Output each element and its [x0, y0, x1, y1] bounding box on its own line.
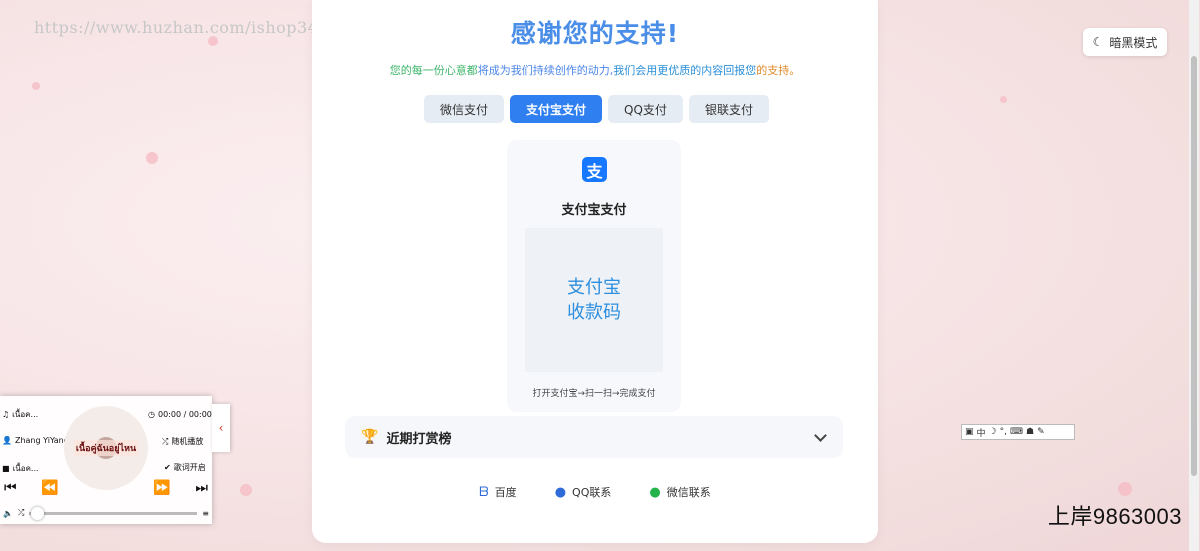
rewind-icon[interactable]: ⏪ — [41, 480, 58, 496]
petal-decoration — [1000, 96, 1007, 103]
petal-decoration — [240, 484, 252, 496]
album-name: ■ เนื้อค... — [2, 464, 39, 473]
clock-icon: ◷ — [148, 410, 155, 419]
shuffle-mode-button[interactable]: ⤮ 随机播放 — [162, 436, 203, 447]
progress-knob[interactable] — [31, 506, 45, 520]
shuffle-icon: ⤮ — [162, 436, 169, 446]
corner-watermark: 上岸9863003 — [1047, 504, 1182, 529]
progress-track[interactable] — [29, 506, 198, 520]
page-title: 感谢您的支持! — [510, 19, 680, 48]
petal-decoration — [1118, 482, 1132, 496]
petal-decoration — [208, 36, 218, 46]
fast-forward-icon[interactable]: ⏩ — [153, 480, 170, 496]
tab-alipay[interactable]: 支付宝支付 — [510, 95, 603, 123]
lyrics-toggle[interactable]: ✔ 歌词开启 — [164, 462, 206, 473]
user-icon[interactable]: ☗ — [1026, 427, 1034, 437]
check-circle-icon: ✔ — [164, 463, 171, 472]
baidu-link[interactable]: ᗷ 百度 — [479, 484, 516, 500]
leaderboard-toggle[interactable]: 🏆 近期打赏榜 — [345, 416, 843, 458]
album-disc: เนื้อคู่ฉันอยู่ไหน — [64, 406, 148, 490]
ime-toolbar: ▣ 中 ☽ °, ⌨ ☗ ✎ — [961, 424, 1075, 440]
music-player: ♫ เนื้อค... 👤 Zhang YiYang ■ เนื้อค... ◷ 00:… — [0, 396, 212, 524]
baidu-icon: ᗷ — [479, 484, 489, 500]
punctuation-icon[interactable]: °, — [1000, 427, 1007, 437]
payment-method-name: 支付宝支付 — [561, 203, 627, 218]
leaderboard-title: 近期打赏榜 — [386, 431, 452, 447]
qr-code-placeholder: 支付宝 收款码 — [525, 228, 663, 372]
trophy-icon: 🏆 — [361, 429, 379, 445]
shuffle-icon[interactable]: ⤮ — [18, 508, 24, 518]
moon-icon[interactable]: ☽ — [989, 427, 997, 437]
payment-panel: 支 支付宝支付 支付宝 收款码 打开支付宝→扫一扫→完成支付 — [507, 140, 681, 412]
wrench-icon[interactable]: ✎ — [1037, 427, 1045, 437]
folder-icon: ■ — [2, 464, 10, 473]
keyboard-icon[interactable]: ⌨ — [1010, 427, 1023, 437]
playlist-icon[interactable]: ≡ — [202, 509, 209, 518]
skip-back-icon[interactable]: ⏮ — [4, 480, 17, 496]
chevron-down-icon — [814, 428, 827, 442]
qq-contact-link[interactable]: ● QQ联系 — [555, 484, 612, 500]
wechat-icon: ● — [649, 484, 661, 500]
music-note-icon: ♫ — [2, 410, 10, 419]
disc-label: เนื้อคู่ฉันอยู่ไหน — [73, 440, 139, 456]
payment-tabs: 微信支付 支付宝支付 QQ支付 银联支付 — [424, 95, 769, 123]
artist-name: 👤 Zhang YiYang — [2, 436, 69, 445]
player-controls: ⏮ ⏪ ⏩ ⏭ — [0, 480, 212, 496]
skip-forward-icon[interactable]: ⏭ — [195, 480, 208, 496]
support-card: 感谢您的支持! 您的每一份心意都将成为我们持续创作的动力,我们会用更优质的内容回… — [312, 0, 878, 543]
tab-wechat-pay[interactable]: 微信支付 — [424, 95, 505, 123]
player-collapse-button[interactable]: ‹ — [212, 404, 230, 452]
volume-icon[interactable]: 🔈 — [3, 509, 13, 518]
moon-icon: ☾ — [1092, 35, 1104, 49]
dark-mode-button[interactable]: ☾ 暗黑模式 — [1083, 28, 1167, 56]
ime-logo-icon: ▣ — [965, 427, 974, 437]
contact-links: ᗷ 百度 ● QQ联系 ● 微信联系 — [312, 484, 878, 500]
tab-unionpay[interactable]: 银联支付 — [688, 95, 769, 123]
scrollbar-thumb[interactable] — [1191, 56, 1197, 476]
payment-hint: 打开支付宝→扫一扫→完成支付 — [532, 389, 656, 399]
url-watermark: https://www.huzhan.com/ishop34665 — [34, 18, 351, 37]
tab-qq-pay[interactable]: QQ支付 — [608, 95, 683, 123]
user-icon: 👤 — [2, 436, 12, 445]
ime-mode[interactable]: 中 — [977, 426, 986, 439]
alipay-icon: 支 — [582, 157, 607, 182]
page-scrollbar[interactable] — [1189, 0, 1199, 551]
time-display: ◷ 00:00 / 00:00 — [148, 410, 212, 419]
petal-decoration — [146, 152, 158, 164]
petal-decoration — [32, 82, 40, 90]
player-bottom-bar: 🔈 ⤮ ≡ — [0, 506, 212, 520]
page-subtitle: 您的每一份心意都将成为我们持续创作的动力,我们会用更优质的内容回报您的支持。 — [389, 64, 801, 77]
wechat-contact-link[interactable]: ● 微信联系 — [649, 484, 710, 500]
dark-mode-label: 暗黑模式 — [1109, 35, 1158, 50]
song-title: ♫ เนื้อค... — [2, 410, 39, 419]
qq-icon: ● — [554, 484, 567, 500]
